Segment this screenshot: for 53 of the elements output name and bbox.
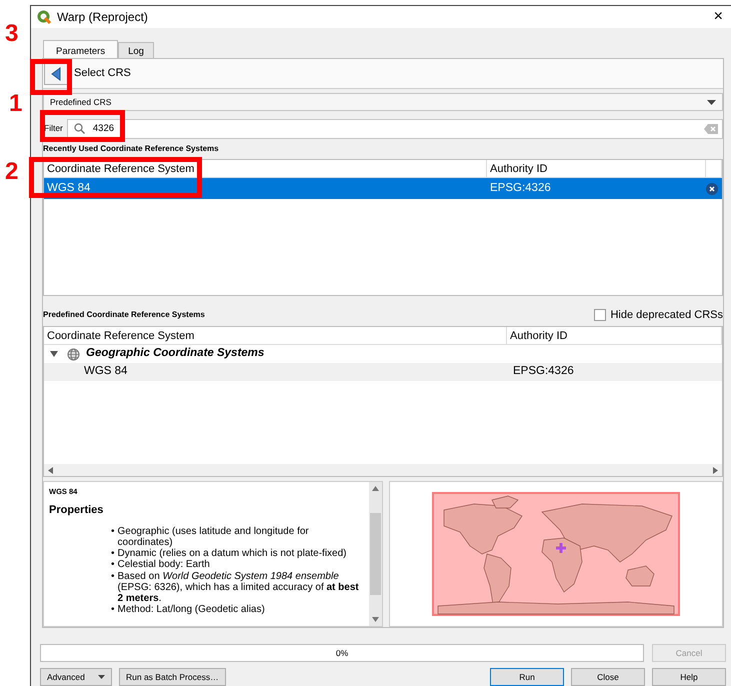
scrollbar[interactable] (44, 464, 722, 476)
globe-icon (67, 348, 80, 360)
column-header[interactable]: Coordinate Reference System (44, 160, 487, 177)
filter-field[interactable]: 4326 (66, 118, 723, 138)
highlight-frame (30, 59, 72, 95)
panel-title: Select CRS (74, 66, 131, 82)
caret-icon (707, 100, 716, 104)
button[interactable]: Close (571, 668, 645, 686)
properties-heading: Properties (49, 503, 104, 518)
caret-icon (98, 675, 105, 679)
remove-icon[interactable] (706, 182, 718, 194)
dropdown-button[interactable]: Advanced (40, 668, 112, 686)
property-item: Dynamic (relies on a datum which is not plate-fixed) (118, 548, 346, 560)
section-title: Predefined Coordinate Reference Systems (43, 309, 205, 321)
search-icon (74, 122, 85, 134)
button[interactable]: Run as Batch Process… (119, 668, 226, 686)
property-item: Geographic (uses latitude and longitude for coordinates) (118, 526, 310, 548)
table-row[interactable]: WGS 84 EPSG:4326 (44, 178, 722, 199)
column-header[interactable]: Authority ID (487, 160, 706, 177)
scroll-left-arrow-icon[interactable] (48, 466, 53, 474)
button[interactable]: Help (652, 668, 726, 686)
property-item: Based on World Geodetic System 1984 ensemble (EPSG: 6326), which has a limited accuracy of at best 2 meters. (118, 570, 360, 604)
scroll-down-arrow-icon[interactable] (372, 617, 379, 622)
button[interactable]: Run (490, 668, 564, 686)
table-row[interactable]: WGS 84 EPSG:4326 (44, 363, 722, 381)
property-item: Method: Lat/long (Geodetic alias) (118, 604, 265, 616)
progress-bar: 0% (40, 644, 644, 662)
bullet-mark: • (111, 526, 115, 539)
hide-deprecated-checkbox[interactable]: Hide deprecated CRSs (594, 306, 723, 324)
scroll-up-arrow-icon[interactable] (372, 486, 379, 491)
bullet-mark: • (111, 570, 115, 584)
expand-arrow-icon[interactable] (50, 351, 58, 357)
column-header[interactable]: Authority ID (507, 327, 722, 344)
app-logo-icon (37, 10, 51, 24)
close-button[interactable]: × (712, 9, 725, 25)
group-label: Geographic Coordinate Systems (86, 346, 264, 362)
callout-number: 1 (9, 92, 22, 116)
scroll-right-arrow-icon[interactable] (713, 466, 718, 474)
tree-row[interactable]: Geographic Coordinate Systems (44, 345, 722, 363)
tab[interactable]: Parameters (43, 40, 118, 58)
column-header[interactable]: Coordinate Reference System (44, 327, 507, 344)
crs-type-dropdown[interactable]: Predefined CRS (43, 93, 723, 111)
property-item: Celestial body: Earth (118, 559, 210, 570)
bullet-mark: • (111, 559, 115, 570)
bullet-mark: • (111, 548, 115, 560)
window-title: Warp (Reproject) (57, 9, 148, 26)
scrollbar[interactable] (369, 482, 382, 626)
section-title: Recently Used Coordinate Reference Systems (43, 143, 220, 155)
back-arrow-icon (51, 66, 61, 80)
callout-number: 3 (5, 22, 18, 46)
tab[interactable]: Log (118, 42, 154, 58)
callout-number: 2 (5, 160, 18, 184)
bullet-mark: • (111, 604, 115, 616)
